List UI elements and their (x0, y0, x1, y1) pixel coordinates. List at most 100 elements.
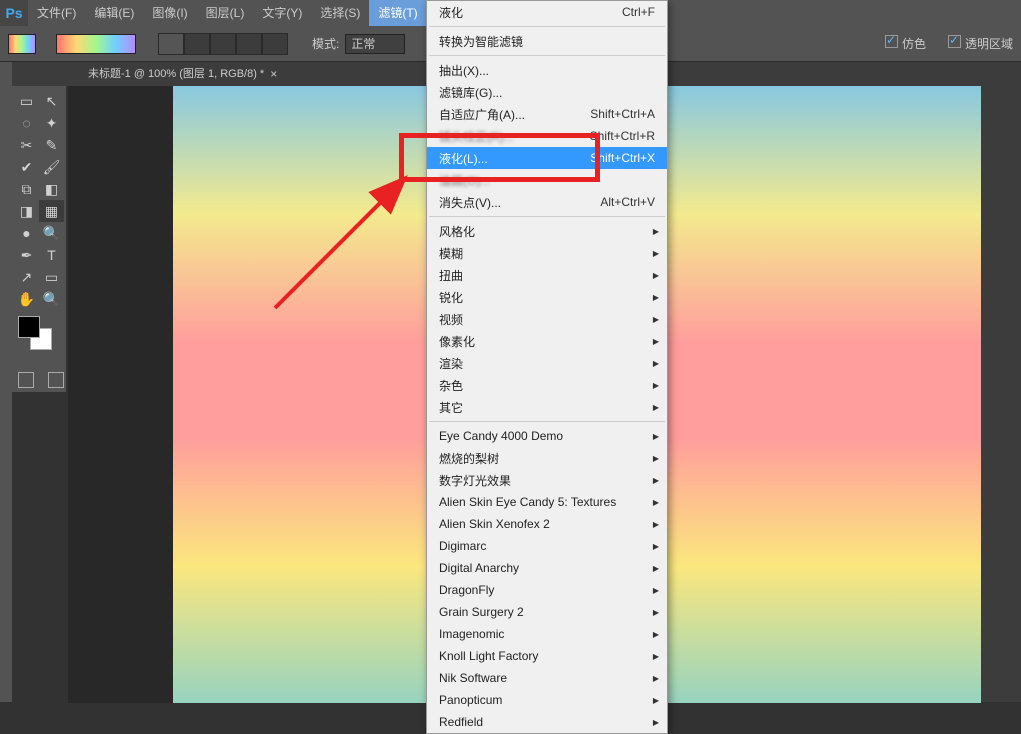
menu-item-label: 抽出(X)... (439, 62, 489, 79)
menu-item[interactable]: 滤镜库(G)... (427, 81, 667, 103)
menu-image[interactable]: 图像(I) (143, 0, 196, 26)
gradient-linear[interactable] (158, 33, 184, 55)
menu-item[interactable]: Redfield (427, 711, 667, 733)
tool-wand[interactable]: ✦ (39, 112, 64, 134)
transparency-label: 透明区域 (965, 37, 1013, 51)
menu-item[interactable]: 像素化 (427, 330, 667, 352)
menu-item[interactable]: Imagenomic (427, 623, 667, 645)
menu-item[interactable]: 锐化 (427, 286, 667, 308)
menu-item[interactable]: Digital Anarchy (427, 557, 667, 579)
menu-item-shortcut: Shift+Ctrl+R (590, 129, 655, 143)
document-tab[interactable]: 未标题-1 @ 100% (图层 1, RGB/8) * × (78, 62, 287, 86)
tool-gradient[interactable]: ▦ (39, 200, 64, 222)
gradient-picker[interactable] (56, 34, 136, 54)
gradient-radial[interactable] (184, 33, 210, 55)
menu-select[interactable]: 选择(S) (311, 0, 369, 26)
menu-separator (429, 26, 665, 27)
menu-item[interactable]: 视频 (427, 308, 667, 330)
menu-item[interactable]: 数字灯光效果 (427, 469, 667, 491)
tool-eraser[interactable]: ◨ (14, 200, 39, 222)
screen-mode-icon[interactable] (48, 372, 64, 388)
menu-item[interactable]: Digimarc (427, 535, 667, 557)
menu-item[interactable]: Panopticum (427, 689, 667, 711)
menu-item[interactable]: Nik Software (427, 667, 667, 689)
blend-mode-select[interactable]: 正常 (345, 34, 405, 54)
tool-pen[interactable]: ✒ (14, 244, 39, 266)
close-icon[interactable]: × (270, 62, 277, 86)
color-swatches[interactable] (18, 316, 58, 356)
tool-blur[interactable]: ● (14, 222, 39, 244)
right-dock-strip (981, 62, 1021, 702)
gradient-angle[interactable] (210, 33, 236, 55)
menu-item-label: Nik Software (439, 671, 507, 685)
transparency-checkbox[interactable] (948, 35, 961, 48)
tool-stamp[interactable]: ⧉ (14, 178, 39, 200)
menu-item[interactable]: 扭曲 (427, 264, 667, 286)
tool-brush[interactable]: 🖌 (39, 156, 64, 178)
menu-item[interactable]: DragonFly (427, 579, 667, 601)
tool-move[interactable]: ↖ (39, 90, 64, 112)
menu-item[interactable]: Grain Surgery 2 (427, 601, 667, 623)
menu-type[interactable]: 文字(Y) (253, 0, 311, 26)
dither-checkbox[interactable] (885, 35, 898, 48)
tool-lasso[interactable]: ◌ (14, 112, 39, 134)
menu-item-shortcut: Shift+Ctrl+A (590, 107, 655, 121)
transparency-option[interactable]: 透明区域 (948, 35, 1013, 52)
menu-item-label: 杂色 (439, 377, 463, 394)
menu-item[interactable]: 模糊 (427, 242, 667, 264)
menu-item[interactable]: Eye Candy 4000 Demo (427, 425, 667, 447)
tool-dodge[interactable]: 🔍 (39, 222, 64, 244)
menu-item[interactable]: 油画(O)... (427, 169, 667, 191)
dither-label: 仿色 (902, 37, 926, 51)
gradient-diamond[interactable] (262, 33, 288, 55)
menu-file[interactable]: 文件(F) (28, 0, 85, 26)
tool-history-brush[interactable]: ◧ (39, 178, 64, 200)
menu-item-label: DragonFly (439, 583, 494, 597)
mode-label: 模式: (312, 35, 339, 52)
menu-item[interactable]: 液化Ctrl+F (427, 1, 667, 23)
tool-marquee[interactable]: ▭ (14, 90, 39, 112)
tool-eyedropper[interactable]: ✎ (39, 134, 64, 156)
foreground-color[interactable] (18, 316, 40, 338)
quick-mask-icon[interactable] (18, 372, 34, 388)
menu-item-label: Panopticum (439, 693, 502, 707)
menu-item-shortcut: Shift+Ctrl+X (590, 151, 655, 165)
menu-item[interactable]: 其它 (427, 396, 667, 418)
menu-item-shortcut: Alt+Ctrl+V (600, 195, 655, 209)
dither-option[interactable]: 仿色 (885, 35, 926, 52)
tool-crop[interactable]: ✂ (14, 134, 39, 156)
menu-edit[interactable]: 编辑(E) (85, 0, 143, 26)
menu-item[interactable]: 杂色 (427, 374, 667, 396)
menu-item-label: 锐化 (439, 289, 463, 306)
menu-item[interactable]: 渲染 (427, 352, 667, 374)
menu-item[interactable]: 转换为智能滤镜 (427, 30, 667, 52)
tool-preset-picker[interactable] (8, 34, 36, 54)
tool-hand[interactable]: ✋ (14, 288, 39, 310)
menu-item-label: 风格化 (439, 223, 475, 240)
menu-item[interactable]: Knoll Light Factory (427, 645, 667, 667)
menu-item-label: 像素化 (439, 333, 475, 350)
menu-item[interactable]: 抽出(X)... (427, 59, 667, 81)
menu-item-label: 其它 (439, 399, 463, 416)
menu-item-label: 自适应广角(A)... (439, 106, 525, 123)
menu-item-label: Redfield (439, 715, 483, 729)
menu-filter[interactable]: 滤镜(T) (369, 0, 426, 26)
menu-item-label: 扭曲 (439, 267, 463, 284)
menu-item[interactable]: 风格化 (427, 220, 667, 242)
menu-item[interactable]: 燃烧的梨树 (427, 447, 667, 469)
app-logo: Ps (0, 0, 28, 26)
tool-path[interactable]: ↗ (14, 266, 39, 288)
menu-item[interactable]: 液化(L)...Shift+Ctrl+X (427, 147, 667, 169)
tool-healing[interactable]: ✔ (14, 156, 39, 178)
menu-item[interactable]: Alien Skin Eye Candy 5: Textures (427, 491, 667, 513)
menu-item[interactable]: 消失点(V)...Alt+Ctrl+V (427, 191, 667, 213)
menu-layer[interactable]: 图层(L) (197, 0, 254, 26)
menu-item[interactable]: 自适应广角(A)... Shift+Ctrl+A (427, 103, 667, 125)
gradient-reflected[interactable] (236, 33, 262, 55)
menu-item-label: 燃烧的梨树 (439, 450, 499, 467)
menu-item[interactable]: Alien Skin Xenofex 2 (427, 513, 667, 535)
tool-zoom[interactable]: 🔍 (39, 288, 64, 310)
tool-type[interactable]: T (39, 244, 64, 266)
tool-shape[interactable]: ▭ (39, 266, 64, 288)
menu-item[interactable]: 镜头校正(R)...Shift+Ctrl+R (427, 125, 667, 147)
